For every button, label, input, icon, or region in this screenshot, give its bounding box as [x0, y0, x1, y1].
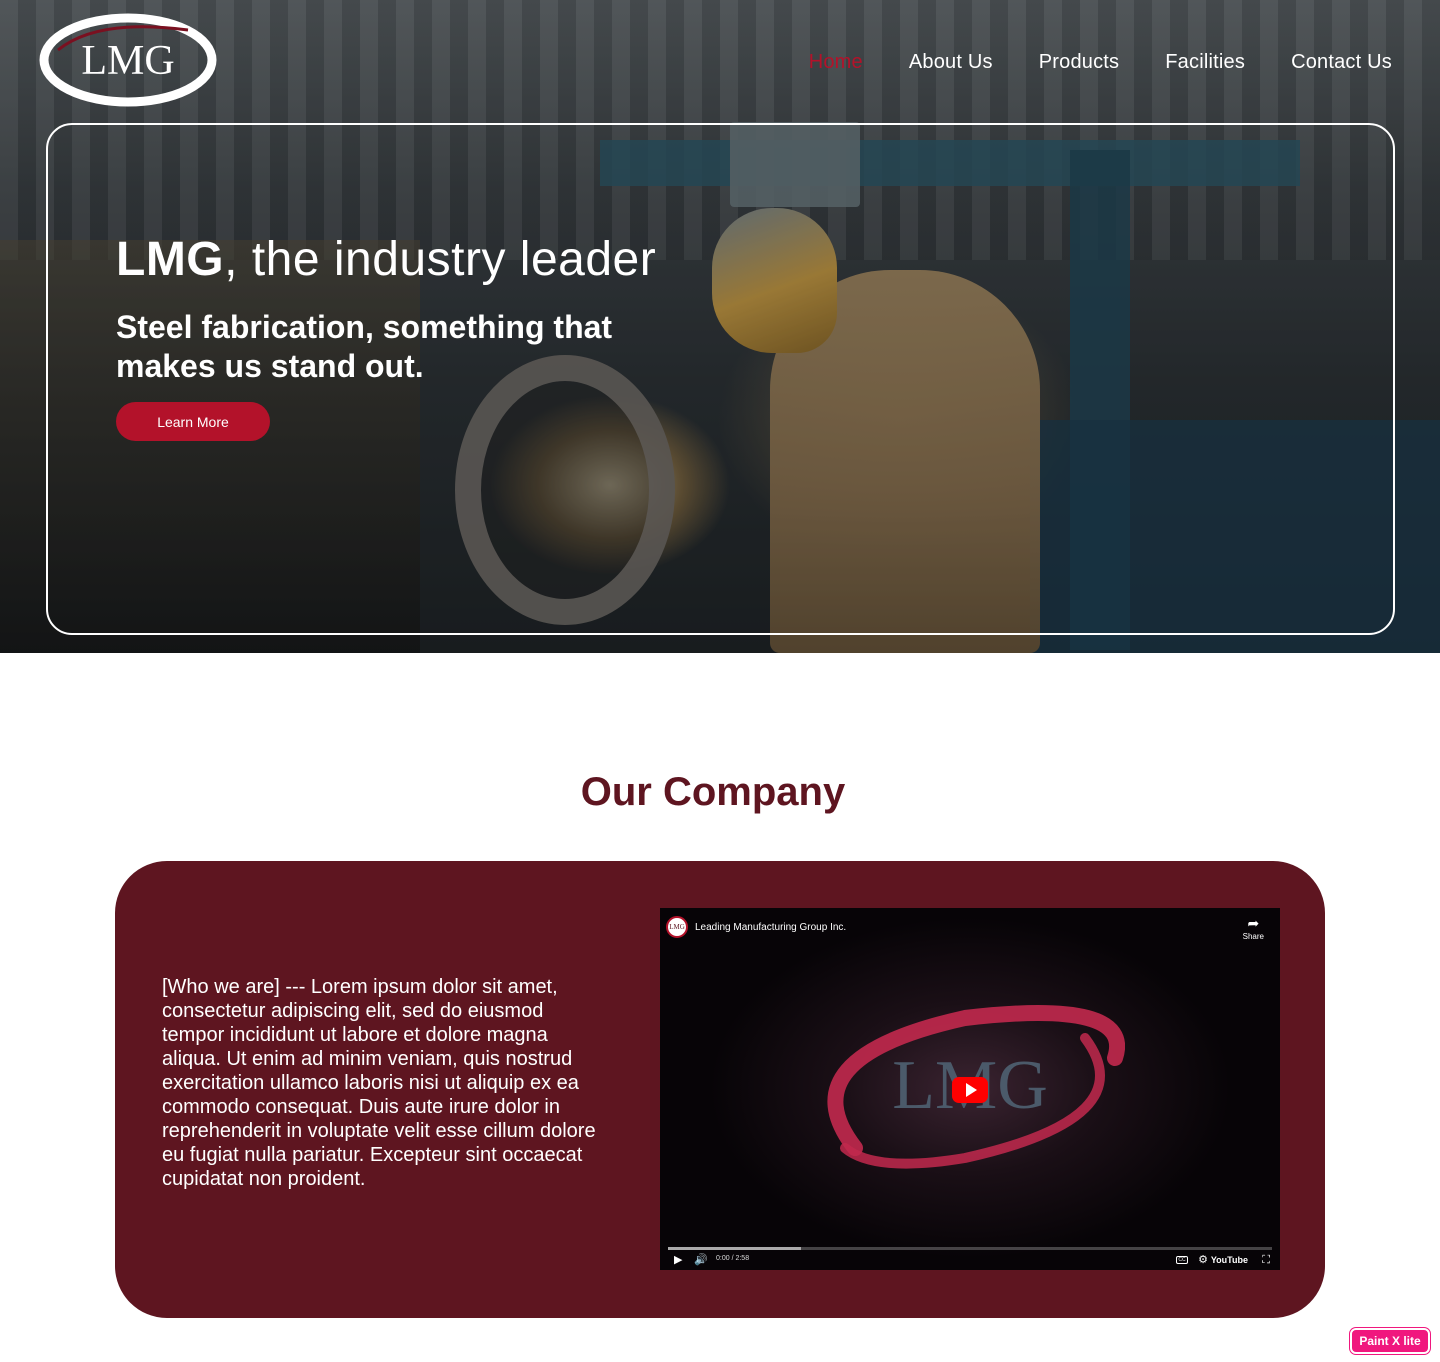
hero-section: LMG Home About Us Products Facilities Co… — [0, 0, 1440, 653]
fullscreen-icon[interactable]: ⛶ — [1262, 1253, 1270, 1267]
channel-avatar[interactable]: LMG — [666, 916, 688, 938]
logo-mark: LMG — [39, 13, 217, 107]
share-label: Share — [1242, 932, 1264, 941]
hero-title: LMG, the industry leader — [116, 232, 656, 287]
video-time: 0:00 / 2:58 — [716, 1255, 750, 1262]
nav-about-us[interactable]: About Us — [909, 48, 993, 76]
logo-text: LMG — [81, 38, 174, 84]
learn-more-button[interactable]: Learn More — [116, 402, 270, 441]
settings-gear-icon[interactable]: ⚙ — [1198, 1253, 1208, 1267]
nav-facilities[interactable]: Facilities — [1165, 48, 1245, 76]
hero-subtitle: Steel fabrication, something that makes … — [116, 309, 613, 384]
volume-icon[interactable]: 🔊 — [694, 1253, 708, 1267]
captions-icon[interactable]: CC — [1176, 1256, 1188, 1264]
play-icon[interactable] — [952, 1077, 988, 1103]
hero-title-brand: LMG — [116, 233, 225, 286]
paint-x-lite-badge[interactable]: Paint X lite — [1350, 1328, 1430, 1354]
play-small-icon[interactable]: ▶ — [674, 1253, 682, 1267]
nav-products[interactable]: Products — [1039, 48, 1120, 76]
video-title[interactable]: Leading Manufacturing Group Inc. — [695, 922, 846, 933]
share-icon: ➦ — [1247, 915, 1260, 931]
nav-home[interactable]: Home — [809, 48, 863, 76]
video-controls: ▶ 🔊 0:00 / 2:58 CC ⚙ YouTube ⛶ — [660, 1250, 1280, 1270]
video-header: LMG Leading Manufacturing Group Inc. — [666, 914, 846, 940]
share-button[interactable]: ➦ Share — [1243, 916, 1264, 941]
section-title-our-company: Our Company — [580, 770, 846, 814]
main-nav: Home About Us Products Facilities Contac… — [809, 48, 1392, 76]
youtube-logo[interactable]: YouTube — [1211, 1255, 1248, 1265]
hero-title-rest: , the industry leader — [224, 233, 657, 286]
logo[interactable]: LMG — [38, 10, 218, 108]
nav-contact-us[interactable]: Contact Us — [1291, 48, 1392, 76]
company-description: [Who we are] --- Lorem ipsum dolor sit a… — [162, 976, 596, 1190]
video-player[interactable]: LMG Leading Manufacturing Group Inc. ➦ S… — [660, 908, 1280, 1270]
